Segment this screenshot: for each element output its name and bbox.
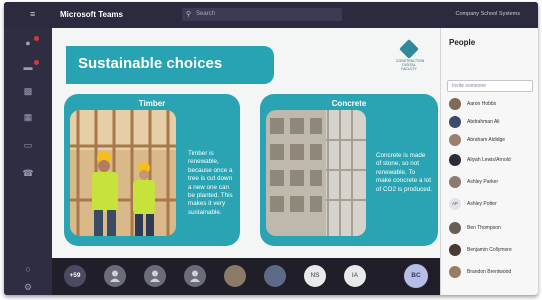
participant-photo-avatar[interactable] xyxy=(264,265,286,287)
calendar-icon[interactable]: ▦ xyxy=(22,112,34,122)
participant-list-item[interactable]: Aliyah Lewis/Arnold xyxy=(449,154,537,170)
timber-construction-photo xyxy=(70,110,176,236)
files-icon[interactable]: ▭ xyxy=(22,140,34,150)
app-launcher-icon[interactable]: ≡ xyxy=(30,9,35,19)
participant-name: Ashley Parker xyxy=(467,179,499,185)
teams-icon[interactable]: ▩ xyxy=(22,86,34,96)
teams-title-bar: ≡ Microsoft Teams ⚲ Search Company Schoo… xyxy=(4,2,538,28)
timber-heading: Timber xyxy=(138,99,166,108)
participant-list-item[interactable]: Benjamin Collymore xyxy=(449,244,537,260)
participant-gallery: +59 NS IA BC xyxy=(52,258,440,295)
participant-list-item[interactable]: Abdrahman Ali xyxy=(449,116,537,132)
concrete-description: Concrete is made of stone, so not renewa… xyxy=(376,152,433,193)
participant-avatar[interactable] xyxy=(104,265,126,287)
chat-icon[interactable]: ▬ xyxy=(22,62,34,72)
participant-photo-avatar[interactable] xyxy=(224,265,246,287)
slide-title-banner: Sustainable choices xyxy=(66,46,274,84)
participant-list-item[interactable]: Brandon Brentwood xyxy=(449,266,537,282)
avatar xyxy=(449,116,461,128)
person-icon xyxy=(190,270,200,282)
slide-title: Sustainable choices xyxy=(78,55,223,72)
more-participants-button[interactable]: +59 xyxy=(64,265,86,287)
logo-caption: CONSTRUCTION DIGITAL FACULTY xyxy=(396,59,425,71)
avatar xyxy=(449,98,461,110)
search-icon: ⚲ xyxy=(186,11,192,18)
calls-icon[interactable]: ☎ xyxy=(22,168,34,178)
screen-photo: ≡ Microsoft Teams ⚲ Search Company Schoo… xyxy=(4,2,538,295)
avatar xyxy=(449,134,461,146)
concrete-card: Concrete Concrete is made of stone, so n… xyxy=(260,94,438,246)
participant-list-item[interactable]: Ashley Parker xyxy=(449,176,537,192)
participant-name: Abdrahman Ali xyxy=(467,119,500,125)
avatar xyxy=(449,222,461,234)
avatar: AP xyxy=(449,198,461,210)
timber-card: Timber Timber is renewable, because once… xyxy=(64,94,240,246)
app-title: Microsoft Teams xyxy=(60,10,123,19)
participant-list-item[interactable]: Aaron Hobbs xyxy=(449,98,537,114)
participant-name: Aliyah Lewis/Arnold xyxy=(467,157,511,163)
participant-name: Ben Thompson xyxy=(467,225,501,231)
notification-dot xyxy=(34,60,39,65)
participant-list-item[interactable]: AP Ashley Potter xyxy=(449,198,537,214)
search-input[interactable]: ⚲ Search xyxy=(182,8,342,21)
participant-avatar[interactable] xyxy=(144,265,166,287)
participant-avatar[interactable] xyxy=(184,265,206,287)
faculty-logo: CONSTRUCTION DIGITAL FACULTY xyxy=(396,39,425,72)
logo-cube-icon xyxy=(399,39,419,59)
help-icon[interactable]: ○ xyxy=(22,264,34,274)
app-rail: ● ▬ ▩ ▦ ▭ ☎ ○ ⚙ xyxy=(4,28,52,295)
participant-name: Benjamin Collymore xyxy=(467,247,512,253)
invite-someone-input[interactable]: Invite someone xyxy=(447,80,533,92)
notification-dot xyxy=(34,36,39,41)
avatar xyxy=(449,154,461,166)
self-avatar[interactable]: BC xyxy=(404,264,428,288)
participant-initials-avatar[interactable]: NS xyxy=(304,265,326,287)
org-name: Company School Systems xyxy=(455,11,521,17)
avatar xyxy=(449,244,461,256)
participant-name: Aaron Hobbs xyxy=(467,101,497,107)
search-placeholder: Search xyxy=(196,11,216,17)
avatar xyxy=(449,176,461,188)
settings-icon[interactable]: ⚙ xyxy=(22,282,34,292)
participant-list-item[interactable]: Abraham Aldidge xyxy=(449,134,537,150)
people-panel-title: People xyxy=(449,38,476,47)
activity-icon[interactable]: ● xyxy=(22,38,34,48)
participant-list-item[interactable]: Ben Thompson xyxy=(449,222,537,238)
participant-name: Brandon Brentwood xyxy=(467,269,512,275)
participant-initials-avatar[interactable]: IA xyxy=(344,265,366,287)
avatar xyxy=(449,266,461,278)
person-icon xyxy=(110,270,120,282)
people-panel: People Invite someone Aaron Hobbs Abdrah… xyxy=(440,28,538,295)
timber-description: Timber is renewable, because once a tree… xyxy=(188,150,233,216)
person-icon xyxy=(150,270,160,282)
participant-name: Abraham Aldidge xyxy=(467,137,506,143)
participant-name: Ashley Potter xyxy=(467,201,497,207)
shared-screen: Sustainable choices CONSTRUCTION DIGITAL… xyxy=(52,28,440,258)
concrete-heading: Concrete xyxy=(331,99,367,108)
concrete-building-photo xyxy=(266,110,366,236)
